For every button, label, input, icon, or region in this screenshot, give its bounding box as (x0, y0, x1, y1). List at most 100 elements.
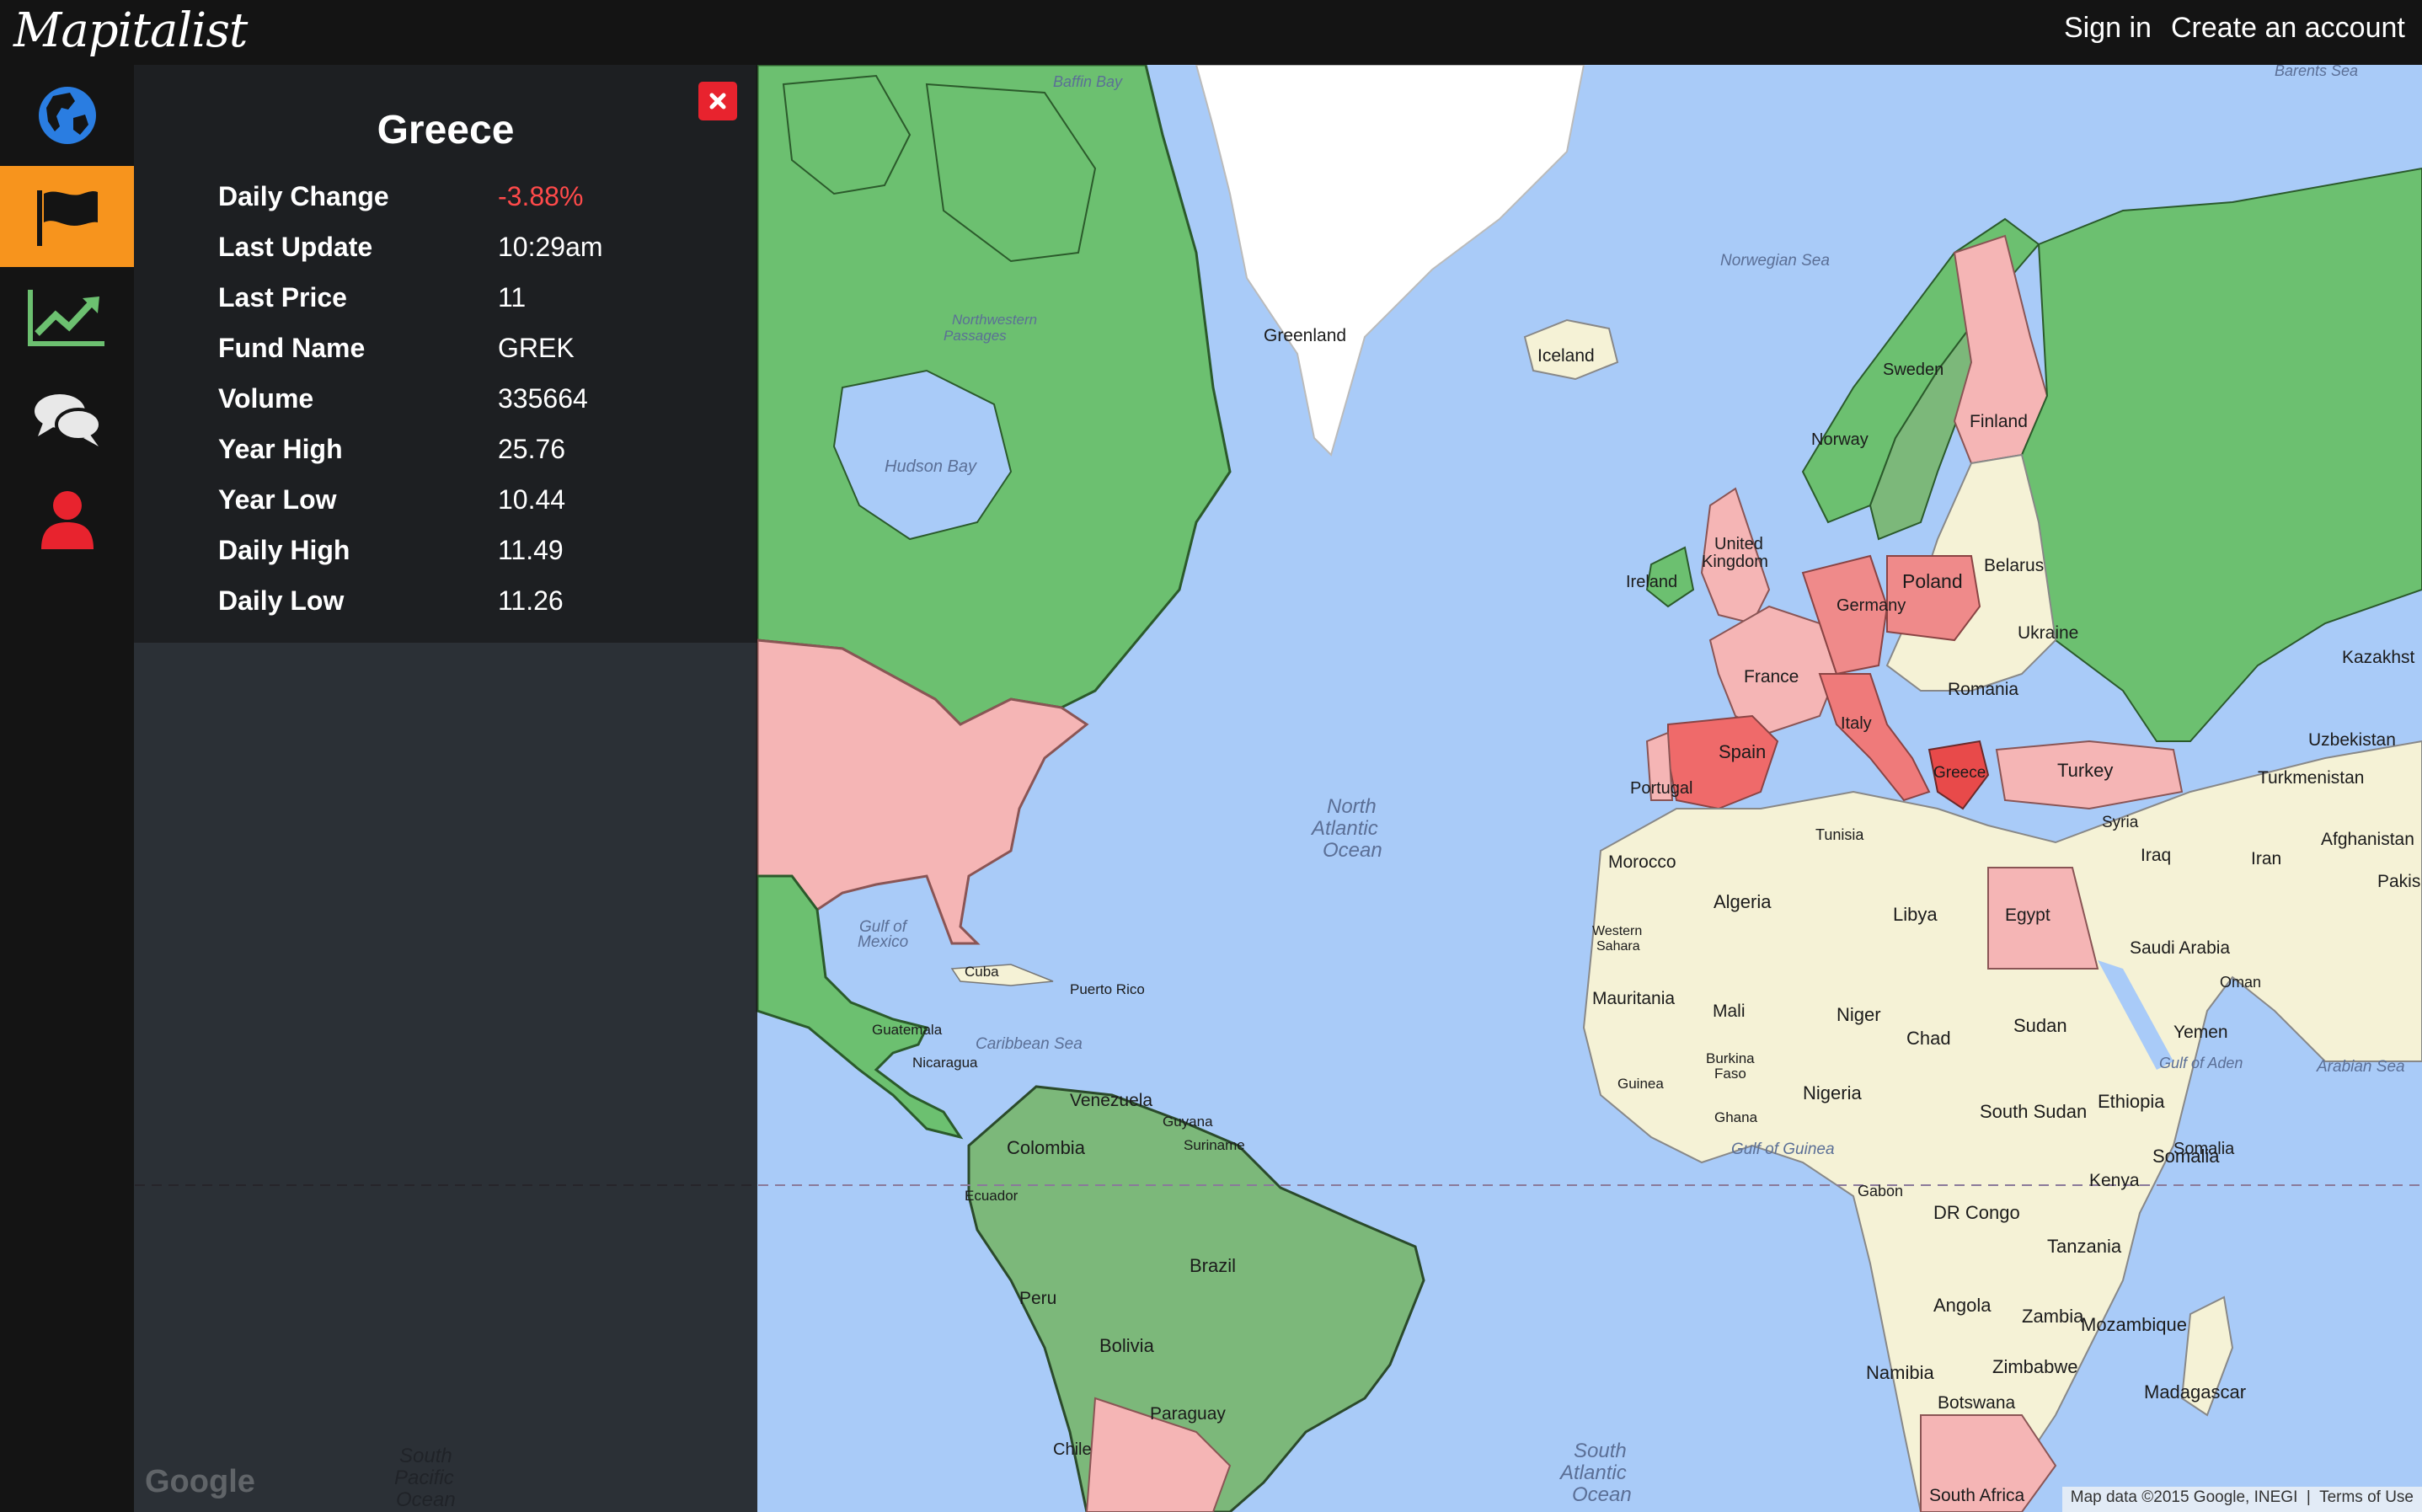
svg-text:Libya: Libya (1893, 904, 1938, 925)
svg-text:Mali: Mali (1713, 1002, 1746, 1021)
svg-text:Brazil: Brazil (1190, 1255, 1236, 1276)
svg-text:United: United (1714, 535, 1763, 553)
svg-text:Iraq: Iraq (2141, 846, 2171, 865)
sign-in-link[interactable]: Sign in (2064, 12, 2152, 45)
svg-text:South: South (1574, 1440, 1627, 1462)
svg-text:Paraguay: Paraguay (1150, 1404, 1226, 1424)
svg-text:Chile: Chile (1053, 1440, 1092, 1459)
svg-text:Gulf of Guinea: Gulf of Guinea (1731, 1141, 1835, 1158)
svg-text:Passages: Passages (944, 328, 1007, 344)
terms-of-use-link[interactable]: Terms of Use (2319, 1488, 2414, 1506)
svg-text:Ethiopia: Ethiopia (2098, 1091, 2165, 1112)
svg-text:Somalia: Somalia (2173, 1140, 2235, 1158)
globe-icon (38, 87, 96, 144)
svg-text:Zambia: Zambia (2022, 1306, 2084, 1327)
sidebar-chart-button[interactable] (0, 267, 134, 368)
info-label: Volume (218, 383, 314, 414)
svg-text:Romania: Romania (1948, 680, 2018, 699)
chart-trend-icon (27, 290, 104, 346)
svg-text:Syria: Syria (2102, 814, 2139, 831)
svg-text:Gulf of Aden: Gulf of Aden (2159, 1055, 2243, 1071)
info-value: 10:29am (498, 232, 603, 262)
info-value: 11.26 (498, 585, 564, 616)
svg-text:Faso: Faso (1714, 1066, 1746, 1082)
close-button[interactable] (698, 82, 737, 120)
svg-text:Greenland: Greenland (1264, 326, 1346, 345)
info-row: Daily Change -3.88% (218, 181, 724, 232)
svg-text:DR Congo: DR Congo (1933, 1202, 2020, 1223)
svg-text:Atlantic: Atlantic (1310, 817, 1378, 840)
info-value: 11.49 (498, 535, 564, 565)
sidebar-user-button[interactable] (0, 469, 134, 570)
sidebar-flag-button[interactable] (0, 166, 134, 267)
left-sidebar (0, 65, 134, 1512)
svg-text:Mozambique: Mozambique (2081, 1314, 2187, 1335)
map-attribution: Map data ©2015 Google, INEGI | Terms of … (2061, 1487, 2422, 1512)
info-value: GREK (498, 333, 575, 363)
svg-text:Zimbabwe: Zimbabwe (1992, 1356, 2077, 1377)
svg-text:Mexico: Mexico (858, 933, 908, 951)
svg-text:Pakis: Pakis (2377, 872, 2420, 891)
svg-text:Ecuador: Ecuador (965, 1188, 1019, 1204)
svg-text:Nicaragua: Nicaragua (912, 1055, 978, 1071)
svg-text:Egypt: Egypt (2005, 906, 2050, 925)
info-label: Daily Low (218, 585, 345, 616)
info-label: Year High (218, 434, 343, 464)
svg-text:France: France (1744, 667, 1799, 687)
svg-text:Namibia: Namibia (1866, 1362, 1934, 1383)
info-label: Year Low (218, 484, 337, 515)
info-label: Daily Change (218, 181, 389, 211)
svg-text:Tanzania: Tanzania (2047, 1236, 2122, 1257)
info-row: Last Price 11 (218, 282, 724, 333)
svg-text:Guyana: Guyana (1163, 1114, 1213, 1130)
svg-text:Suriname: Suriname (1184, 1137, 1245, 1153)
svg-text:Hudson Bay: Hudson Bay (885, 457, 977, 476)
info-row: Daily High 11.49 (218, 535, 724, 585)
svg-text:Burkina: Burkina (1706, 1050, 1755, 1066)
chat-bubbles-icon (34, 394, 102, 446)
info-label: Last Update (218, 232, 373, 262)
svg-text:Chad: Chad (1906, 1028, 1951, 1049)
info-row: Daily Low 11.26 (218, 585, 724, 636)
svg-text:Yemen: Yemen (2173, 1023, 2228, 1042)
svg-text:Kingdom: Kingdom (1702, 553, 1768, 571)
info-row: Year High 25.76 (218, 434, 724, 484)
svg-text:Ocean: Ocean (1572, 1483, 1632, 1506)
svg-text:Belarus: Belarus (1984, 556, 2044, 575)
info-label: Last Price (218, 282, 347, 313)
svg-text:Italy: Italy (1841, 714, 1872, 733)
svg-text:Germany: Germany (1837, 596, 1906, 615)
svg-text:South Sudan: South Sudan (1980, 1101, 2087, 1122)
svg-text:Poland: Poland (1902, 570, 1963, 592)
info-row: Fund Name GREK (218, 333, 724, 383)
svg-text:Guatemala: Guatemala (872, 1022, 943, 1038)
svg-text:Mauritania: Mauritania (1592, 989, 1675, 1008)
sidebar-globe-button[interactable] (0, 65, 134, 166)
info-value: 335664 (498, 383, 588, 414)
svg-text:Algeria: Algeria (1714, 891, 1772, 912)
svg-text:Northwestern: Northwestern (952, 312, 1037, 328)
svg-text:Venezuela: Venezuela (1070, 1091, 1152, 1110)
svg-text:Spain: Spain (1719, 741, 1766, 762)
svg-text:Caribbean Sea: Caribbean Sea (976, 1035, 1083, 1053)
flag-icon (36, 190, 98, 246)
svg-text:Ghana: Ghana (1714, 1109, 1758, 1125)
info-row: Last Update 10:29am (218, 232, 724, 282)
svg-text:Greece: Greece (1933, 764, 1986, 782)
svg-text:Norway: Norway (1811, 430, 1869, 449)
svg-text:Finland: Finland (1970, 412, 2028, 431)
svg-text:Iceland: Iceland (1537, 346, 1595, 366)
create-account-link[interactable]: Create an account (2171, 12, 2405, 45)
svg-text:Arabian Sea: Arabian Sea (2316, 1058, 2405, 1076)
svg-text:Ireland: Ireland (1626, 573, 1677, 591)
app-logo[interactable]: Mapitalist (13, 3, 248, 58)
svg-text:Baffin Bay: Baffin Bay (1053, 73, 1123, 90)
svg-text:Sudan: Sudan (2013, 1015, 2067, 1036)
svg-text:Turkmenistan: Turkmenistan (2258, 768, 2364, 788)
svg-text:Sahara: Sahara (1596, 939, 1640, 954)
sidebar-chat-button[interactable] (0, 368, 134, 469)
svg-text:Sweden: Sweden (1883, 361, 1943, 379)
svg-text:Ocean: Ocean (1323, 839, 1382, 862)
info-value: -3.88% (498, 181, 584, 211)
info-row: Year Low 10.44 (218, 484, 724, 535)
